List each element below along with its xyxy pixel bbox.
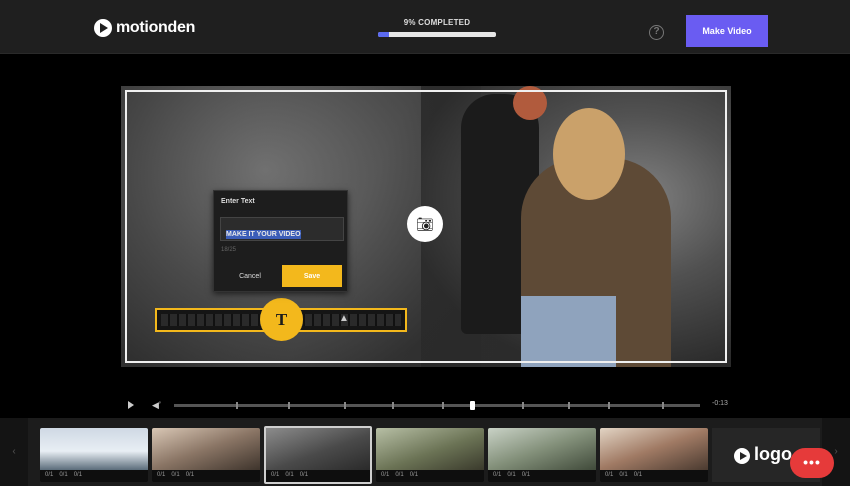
cancel-button[interactable]: Cancel: [222, 265, 278, 287]
save-button[interactable]: Save: [282, 265, 342, 287]
scene-filmstrip: ‹ 0/1 0/1 0/1 0/1 0/1 0/1 0/1 0/1 0/1 0/1 0/1 0/1 0/…: [0, 418, 850, 486]
scene-thumbnail-meta: 0/1 0/1 0/1: [152, 470, 260, 482]
brand-logo[interactable]: motionden: [94, 19, 195, 37]
thumbnail-count: 0/1: [185, 472, 195, 478]
timeline-scene-marker: [568, 402, 570, 409]
scene-thumbnail[interactable]: 0/1 0/1 0/1: [376, 428, 484, 482]
thumbnail-count: 0/1: [285, 472, 294, 478]
thumbnail-count: 0/1: [73, 472, 83, 478]
mouse-cursor-icon: ▲: [339, 313, 349, 324]
enter-text-dialog: Enter Text MAKE IT YOUR VIDEO 18/25 Canc…: [213, 190, 348, 292]
timeline-scene-marker: [442, 402, 444, 409]
thumbnail-count: 0/1: [271, 472, 280, 478]
scene-thumbnail-meta: 0/1 0/1 0/1: [266, 470, 370, 482]
timeline-scene-marker: [236, 402, 238, 409]
playhead-handle[interactable]: [470, 401, 475, 410]
scene-thumbnail-meta: 0/1 0/1 0/1: [376, 470, 484, 482]
scene-thumbnail-image: [488, 428, 596, 470]
scene-thumbnail[interactable]: 0/1 0/1 0/1: [600, 428, 708, 482]
scene-thumbnail-image: [376, 428, 484, 470]
text-input-field[interactable]: MAKE IT YOUR VIDEO: [220, 217, 344, 241]
progress-track: [378, 32, 496, 37]
volume-icon[interactable]: ◀’: [152, 400, 161, 411]
thumbnail-count: 0/1: [395, 472, 404, 478]
time-readout: -0:13: [712, 400, 728, 407]
scene-thumbnail-image: [266, 428, 370, 470]
brand-name: motionden: [116, 19, 196, 36]
play-logo-icon: [94, 19, 112, 37]
thumbnail-count: 0/1: [507, 472, 516, 478]
scene-thumbnail[interactable]: 0/1 0/1 0/1: [488, 428, 596, 482]
selected-text: MAKE IT YOUR VIDEO: [226, 230, 301, 239]
chat-dots-icon[interactable]: •••: [790, 448, 834, 478]
progress-fill: [378, 32, 389, 37]
scene-thumbnail[interactable]: 0/1 0/1 0/1: [152, 428, 260, 482]
player-controls: ◀’ -0:13: [124, 398, 730, 414]
video-canvas[interactable]: 📷︎ T ▲ Enter Text MAKE IT YOUR VIDEO 18/…: [121, 86, 731, 367]
thumbnail-count: 0/1: [619, 472, 628, 478]
scene-thumbnail[interactable]: 0/1 0/1 0/1: [40, 428, 148, 482]
render-progress: 9% COMPLETED: [378, 18, 496, 37]
thumbnail-count: 0/1: [45, 472, 54, 478]
timeline-scene-marker: [522, 402, 524, 409]
top-bar: motionden 9% COMPLETED ? Make Video: [0, 0, 850, 54]
timeline-scrubber[interactable]: [174, 401, 700, 410]
make-video-button[interactable]: Make Video: [686, 15, 768, 47]
thumbnail-count: 0/1: [493, 472, 502, 478]
timeline-scene-marker: [344, 402, 346, 409]
timeline-marks: [174, 402, 700, 409]
scene-thumbnail-meta: 0/1 0/1 0/1: [600, 470, 708, 482]
thumbnail-count: 0/1: [381, 472, 390, 478]
thumbnail-count: 0/1: [299, 472, 309, 478]
scene-thumbnail[interactable]: 0/1 0/1 0/1: [264, 426, 372, 484]
thumbnail-count: 0/1: [521, 472, 531, 478]
thumbnail-count: 0/1: [171, 472, 180, 478]
scene-thumbnail-image: [152, 428, 260, 470]
thumbnail-count: 0/1: [157, 472, 166, 478]
scene-thumbnail-image: [40, 428, 148, 470]
timeline-scene-marker: [662, 402, 664, 409]
text-tool-handle[interactable]: T: [260, 298, 303, 341]
camera-icon[interactable]: 📷︎: [407, 206, 443, 242]
play-icon[interactable]: [128, 401, 134, 409]
thumbnail-count: 0/1: [409, 472, 419, 478]
filmstrip-prev-button[interactable]: ‹: [0, 418, 28, 486]
timeline-scene-marker: [608, 402, 610, 409]
character-count: 18/25: [221, 247, 237, 253]
timeline-scene-marker: [288, 402, 290, 409]
logo-card-label: logo: [754, 444, 792, 464]
play-logo-icon: [734, 448, 750, 464]
progress-label: 9% COMPLETED: [403, 18, 471, 27]
thumbnail-count: 0/1: [59, 472, 68, 478]
scene-thumbnail-image: [600, 428, 708, 470]
thumbnail-count: 0/1: [633, 472, 643, 478]
timeline-scene-marker: [392, 402, 394, 409]
thumbnail-count: 0/1: [605, 472, 614, 478]
scene-thumbnail-meta: 0/1 0/1 0/1: [40, 470, 148, 482]
scene-thumbnail-meta: 0/1 0/1 0/1: [488, 470, 596, 482]
help-circle-icon[interactable]: ?: [649, 25, 664, 40]
dialog-title: Enter Text: [221, 198, 255, 205]
